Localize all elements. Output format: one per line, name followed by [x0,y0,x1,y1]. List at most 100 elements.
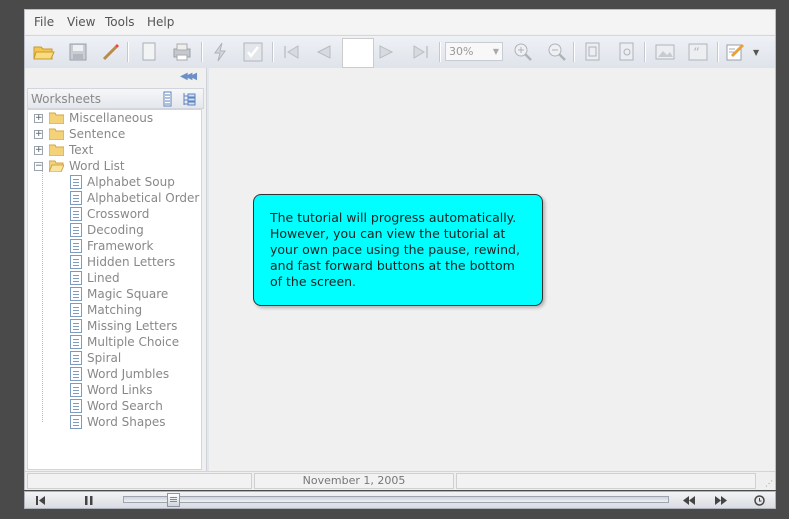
clock-icon [753,494,765,506]
magic-wand-icon[interactable] [98,39,124,65]
document-icon [70,175,82,189]
page-icon[interactable] [136,39,162,65]
tutorial-player-bar [24,491,776,509]
worksheets-header: Worksheets [27,88,204,109]
dropdown-arrow-icon[interactable]: ▼ [753,48,759,57]
tree-item[interactable]: Magic Square [70,286,168,302]
document-icon [70,207,82,221]
page-number-field[interactable] [342,38,374,68]
document-icon [70,335,82,349]
tree-item[interactable]: Lined [70,270,120,286]
tree-item[interactable]: Matching [70,302,142,318]
pause-button[interactable] [77,492,101,508]
tree-folder-word-list[interactable]: − Word List [34,158,125,174]
status-date: November 1, 2005 [254,473,454,489]
menu-view[interactable]: View [67,15,95,29]
svg-text:“: “ [693,46,700,61]
tree-item[interactable]: Word Jumbles [70,366,169,382]
tree-item-label: Lined [87,271,120,285]
tree-folder-text[interactable]: + Text [34,142,93,158]
expand-icon[interactable]: + [34,113,43,123]
tree-item[interactable]: Alphabetical Order [70,190,199,206]
collapse-panel-icon[interactable]: ◀◀◀ [180,71,202,83]
tree-item[interactable]: Decoding [70,222,144,238]
expand-icon[interactable]: + [34,145,43,155]
options-button[interactable] [749,492,769,508]
document-icon [70,255,82,269]
tree-item-label: Framework [87,239,154,253]
save-icon[interactable] [65,39,91,65]
tree-item-label: Missing Letters [87,319,178,333]
rewind-icon [683,495,695,505]
document-icon [70,239,82,253]
tree-view-icon[interactable] [181,91,197,107]
first-page-icon[interactable] [278,39,304,65]
tree-item[interactable]: Crossword [70,206,149,222]
open-folder-icon [49,160,64,172]
zoom-select[interactable]: 30% ▼ [445,42,503,61]
zoom-in-icon[interactable] [510,39,536,65]
tree-item[interactable]: Framework [70,238,153,254]
list-view-icon[interactable] [160,91,176,107]
tree-item[interactable]: Hidden Letters [70,254,175,270]
status-panel-right [456,473,756,489]
worksheets-title: Worksheets [31,92,101,106]
image-icon[interactable] [652,39,678,65]
chevron-down-icon: ▼ [492,47,499,56]
tree-item-label: Alphabet Soup [87,175,175,189]
tutorial-callout: The tutorial will progress automatically… [253,194,543,306]
print-icon[interactable] [169,39,195,65]
check-icon[interactable] [240,39,266,65]
zoom-out-icon[interactable] [544,39,570,65]
lightning-icon[interactable] [207,39,233,65]
document-icon [70,223,82,237]
tree-item[interactable]: Word Shapes [70,414,166,430]
quote-icon[interactable]: “ [685,39,711,65]
tree-item[interactable]: Multiple Choice [70,334,179,350]
edit-notes-icon[interactable] [723,39,749,65]
tree-item[interactable]: Alphabet Soup [70,174,175,190]
progress-track[interactable] [123,496,669,503]
document-icon [70,415,82,429]
expand-icon[interactable]: + [34,129,43,139]
previous-page-icon[interactable] [310,39,336,65]
menu-tools[interactable]: Tools [105,15,135,29]
rewind-button[interactable] [677,492,701,508]
tree-item-label: Magic Square [87,287,169,301]
open-folder-icon[interactable] [31,39,57,65]
tree-item-label: Crossword [87,207,150,221]
tree-item[interactable]: Missing Letters [70,318,177,334]
tree-item-label: Word Links [87,383,153,397]
menu-file[interactable]: File [34,15,54,29]
document-icon [70,351,82,365]
fast-forward-button[interactable] [709,492,733,508]
skip-back-icon [36,495,45,505]
progress-slider-thumb[interactable] [167,493,180,507]
tree-item[interactable]: Word Search [70,398,163,414]
status-bar: November 1, 2005 ⋰ [25,471,775,490]
collapse-icon[interactable]: − [34,161,43,171]
tree-item[interactable]: Word Links [70,382,152,398]
worksheet-tree: + Miscellaneous + Sentence + Text − Word… [27,109,202,470]
tree-item-label: Alphabetical Order [87,191,200,205]
tree-item-label: Spiral [87,351,122,365]
tree-folder-sentence[interactable]: + Sentence [34,126,125,142]
folder-icon [49,128,64,140]
last-page-icon[interactable] [408,39,434,65]
pause-icon [85,495,93,505]
restart-button[interactable] [29,492,53,508]
menu-help[interactable]: Help [147,15,174,29]
resize-grip-icon[interactable]: ⋰ [765,479,773,488]
document-icon [70,271,82,285]
fit-width-icon[interactable] [614,39,640,65]
folder-label: Word List [69,159,125,173]
fit-page-icon[interactable] [580,39,606,65]
document-icon [70,399,82,413]
next-page-icon[interactable] [374,39,400,65]
tree-folder-miscellaneous[interactable]: + Miscellaneous [34,110,153,126]
worksheets-panel: ◀◀◀ Worksheets + Miscellaneous + Sentenc… [25,68,206,471]
tree-item[interactable]: Spiral [70,350,121,366]
status-panel-left [27,473,252,489]
tree-item-label: Matching [87,303,143,317]
tree-item-label: Hidden Letters [87,255,176,269]
